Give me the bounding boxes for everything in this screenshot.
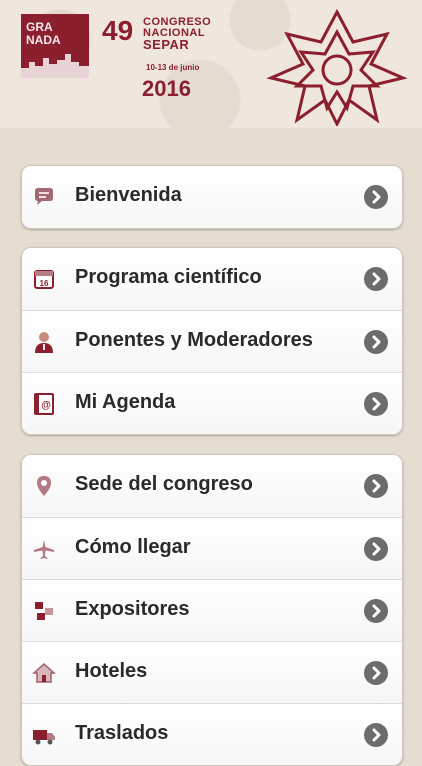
congress-dates: 10-13 de junio xyxy=(146,63,200,72)
chevron-right-icon xyxy=(364,661,388,685)
menu-item-ponentes[interactable]: Ponentes y Moderadores xyxy=(22,310,402,372)
menu-group-venue: Sede del congreso Cómo llegar Expositore… xyxy=(21,454,403,766)
menu-group-welcome: Bienvenida xyxy=(21,165,403,229)
menu-item-label: Cómo llegar xyxy=(75,536,191,558)
menu-item-traslados[interactable]: Traslados xyxy=(22,703,402,765)
congress-number: 49 xyxy=(102,15,134,46)
svg-text:16: 16 xyxy=(40,279,49,288)
map-pin-icon xyxy=(37,476,51,496)
exhibitor-icon xyxy=(35,602,53,620)
app-header: GRA NADA 49 CONGRESO NACIONAL SEPAR 10-1… xyxy=(0,0,422,128)
chevron-right-icon xyxy=(364,185,388,209)
star-ornament-icon xyxy=(266,8,408,126)
menu-item-label: Traslados xyxy=(75,722,169,744)
svg-text:@: @ xyxy=(41,400,51,411)
person-icon xyxy=(35,332,53,353)
menu-item-label: Sede del congreso xyxy=(75,473,253,495)
menu-item-expositores[interactable]: Expositores xyxy=(22,579,402,641)
menu-item-label: Expositores xyxy=(75,598,190,620)
menu-item-label: Mi Agenda xyxy=(75,391,176,413)
speech-bubble-icon xyxy=(35,188,53,205)
congress-label-line3: SEPAR xyxy=(143,37,190,52)
house-icon xyxy=(32,662,56,683)
chevron-right-icon xyxy=(364,599,388,623)
congress-year: 2016 xyxy=(142,76,191,101)
menu-item-label: Bienvenida xyxy=(75,184,182,206)
logo-text-line1: GRA xyxy=(26,20,53,34)
chevron-right-icon xyxy=(364,723,388,747)
airplane-icon xyxy=(34,540,54,559)
chevron-right-icon xyxy=(364,330,388,354)
menu-item-mi-agenda[interactable]: @ Mi Agenda xyxy=(22,372,402,434)
chevron-right-icon xyxy=(364,474,388,498)
chevron-right-icon xyxy=(364,392,388,416)
menu-item-como-llegar[interactable]: Cómo llegar xyxy=(22,517,402,579)
chevron-right-icon xyxy=(364,537,388,561)
calendar-icon: 16 xyxy=(34,270,54,289)
truck-icon xyxy=(33,730,55,745)
menu-item-bienvenida[interactable]: Bienvenida xyxy=(22,166,402,228)
menu-item-hoteles[interactable]: Hoteles xyxy=(22,641,402,703)
granada-logo: GRA NADA xyxy=(21,14,89,78)
address-book-icon: @ xyxy=(34,393,54,415)
menu-item-label: Hoteles xyxy=(75,660,148,682)
alhambra-skyline-icon xyxy=(21,54,89,78)
menu-item-sede[interactable]: Sede del congreso xyxy=(22,455,402,517)
logo-text-line2: NADA xyxy=(26,33,61,47)
menu-group-program: 16 Programa científico Ponentes y Modera… xyxy=(21,247,403,435)
menu-item-label: Ponentes y Moderadores xyxy=(75,329,313,351)
menu-item-programa[interactable]: 16 Programa científico xyxy=(22,248,402,310)
chevron-right-icon xyxy=(364,267,388,291)
menu-item-label: Programa científico xyxy=(75,266,262,288)
